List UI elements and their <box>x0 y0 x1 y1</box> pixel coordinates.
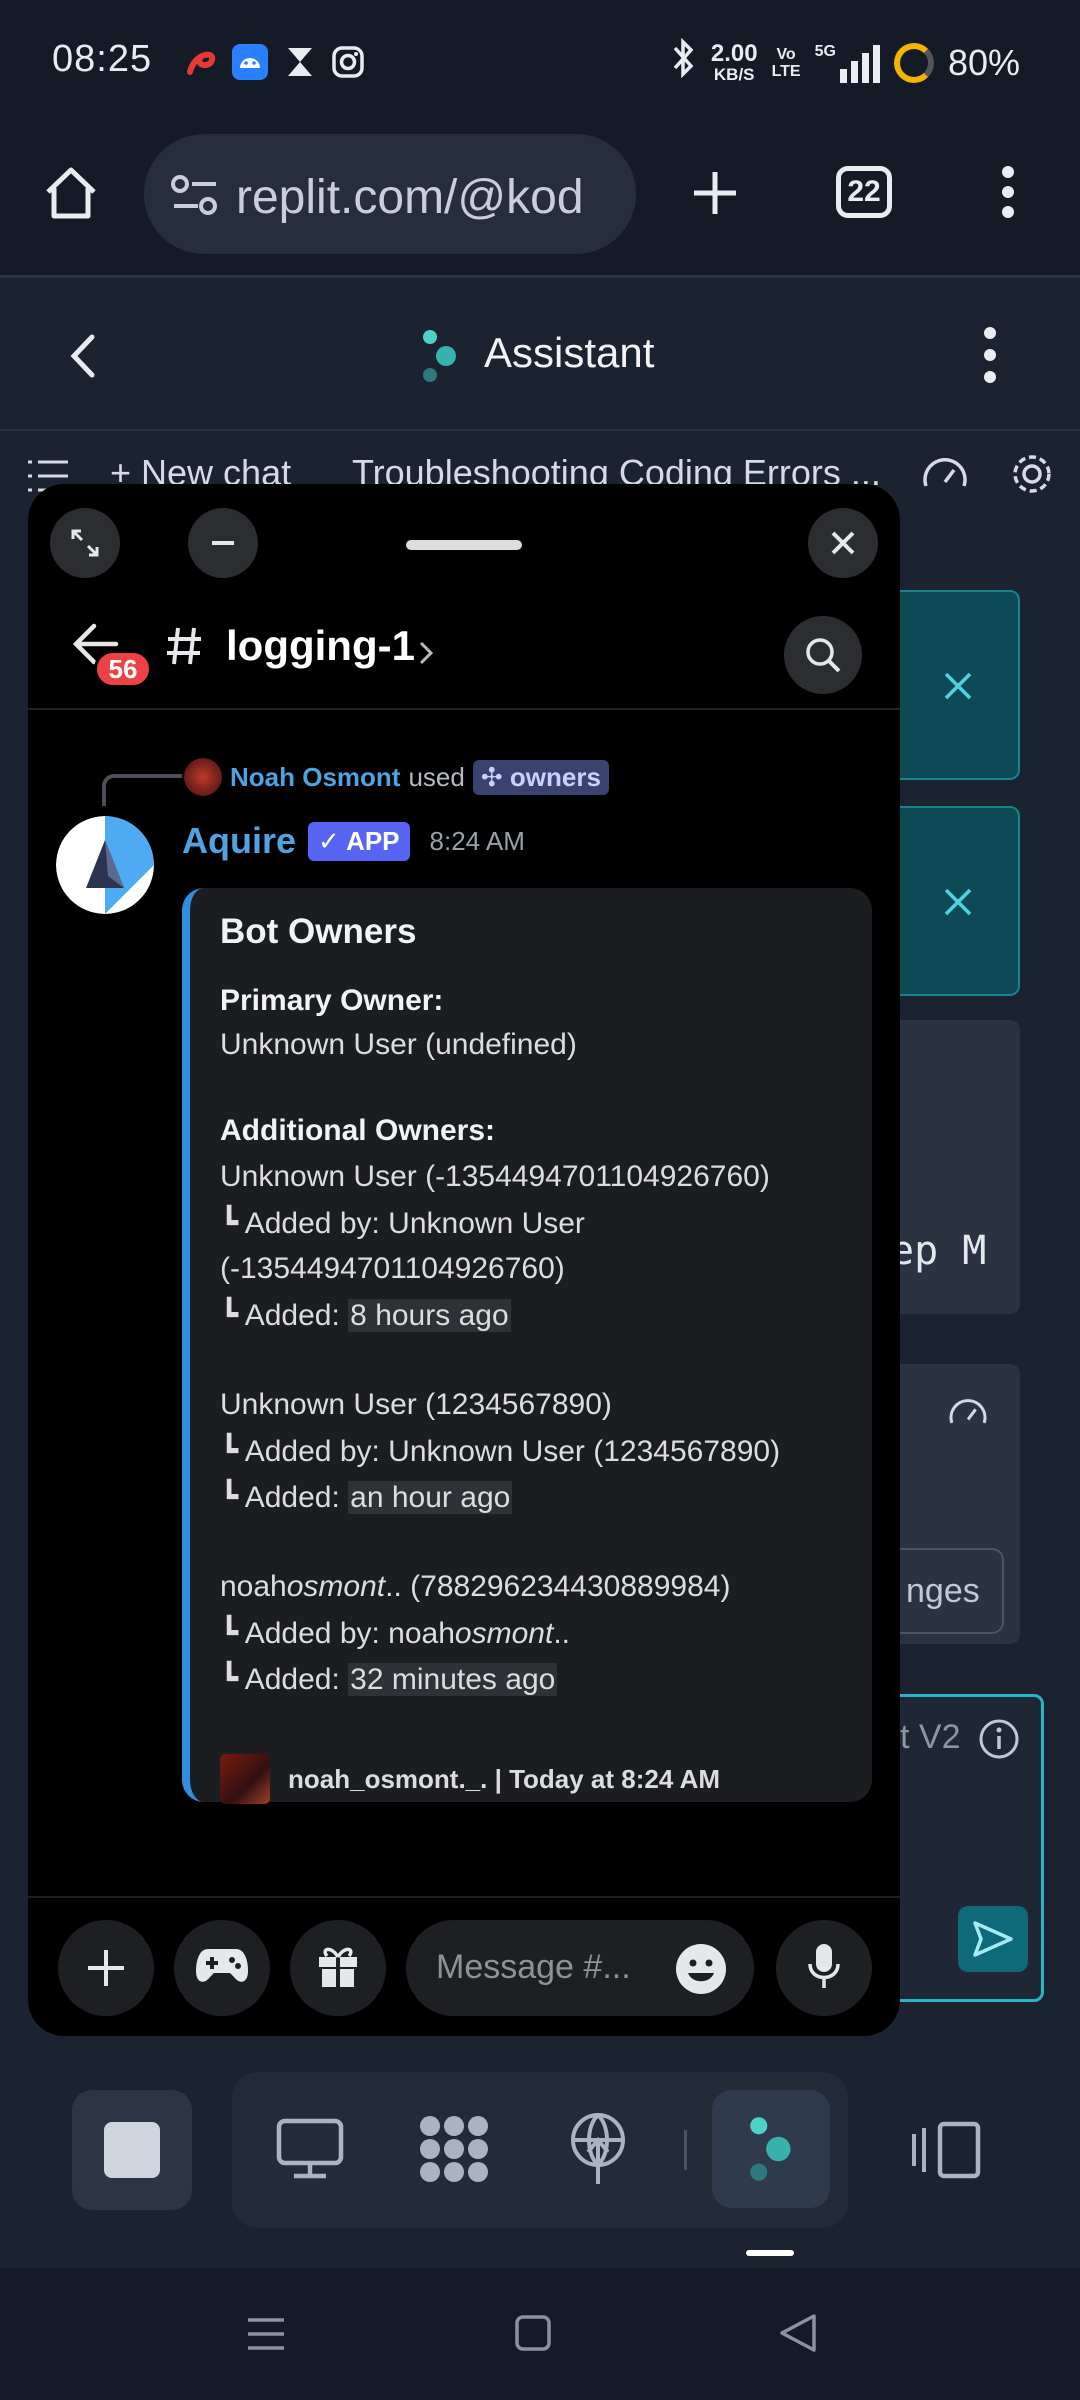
volte-indicator: Vo LTE <box>771 45 801 80</box>
gift-icon <box>315 1943 361 1994</box>
speedometer-icon <box>946 1394 990 1433</box>
command-reply-context[interactable]: Noah Osmont used ✣ owners <box>184 758 609 796</box>
channel-chevron-icon[interactable] <box>418 640 434 671</box>
relative-timestamp[interactable]: 32 minutes ago <box>348 1663 558 1696</box>
instagram-icon <box>330 44 366 80</box>
unread-badge: 56 <box>94 650 152 688</box>
message-input-placeholder: Message #... <box>436 1948 631 1986</box>
bot-avatar[interactable] <box>56 816 154 914</box>
code-snippet-text: ep M <box>890 1228 987 1274</box>
speedometer-icon[interactable] <box>920 452 970 497</box>
assistant-title: Assistant <box>484 329 655 376</box>
gift-button[interactable] <box>290 1920 386 2016</box>
owner-1-added-by-id: (-1354494701104926760) <box>220 1252 565 1285</box>
send-button[interactable] <box>958 1906 1028 1972</box>
stop-button[interactable] <box>72 2090 192 2210</box>
info-icon[interactable] <box>978 1718 1020 1765</box>
split-view-icon[interactable] <box>910 2120 984 2185</box>
url-text: replit.com/@kod <box>236 171 584 224</box>
assistant-menu-icon[interactable] <box>980 325 1000 390</box>
home-icon[interactable] <box>40 162 102 229</box>
battery-icon <box>893 42 934 83</box>
replied-user-avatar <box>184 758 222 796</box>
back-nav-icon[interactable] <box>778 2312 818 2359</box>
settings-gear-icon[interactable] <box>1008 450 1056 503</box>
system-navigation-bar <box>0 2268 1080 2400</box>
search-button[interactable] <box>784 616 862 694</box>
deployments-icon[interactable] <box>568 2112 628 2191</box>
additional-owners-label: Additional Owners: <box>220 1114 496 1147</box>
owner-1-name: Unknown User (-1354494701104926760) <box>220 1160 770 1193</box>
gamepad-icon <box>194 1945 250 1992</box>
command-icon: ✣ <box>480 761 503 792</box>
model-selector-text[interactable]: t V2 <box>900 1718 960 1757</box>
tab-switcher-button[interactable]: 22 <box>836 166 892 218</box>
site-settings-icon[interactable] <box>170 174 220 221</box>
remove-file-icon[interactable] <box>940 668 976 709</box>
discord-bubble-window: 56 logging-1 Noah Osmont used ✣ owners A… <box>28 484 900 2036</box>
message-timestamp: 8:24 AM <box>429 825 525 856</box>
url-bar[interactable]: replit.com/@kod <box>144 134 636 254</box>
relative-timestamp[interactable]: 8 hours ago <box>348 1299 511 1332</box>
remove-file-icon[interactable] <box>940 884 976 925</box>
home-nav-icon[interactable] <box>514 2314 552 2357</box>
activities-button[interactable] <box>174 1920 270 2016</box>
app-tag: ✓ APP <box>308 821 410 861</box>
owner-3-name: noahosmont.. (788296234430889984) <box>220 1570 731 1603</box>
android-icon <box>232 44 268 80</box>
reply-connector <box>102 774 182 806</box>
net-speed: 2.00 KB/S <box>710 39 758 84</box>
relative-timestamp[interactable]: an hour ago <box>348 1481 513 1514</box>
primary-owner-value: Unknown User (undefined) <box>220 1028 577 1061</box>
command-mention[interactable]: ✣ owners <box>472 759 609 795</box>
signal-icon: 5G <box>815 43 880 83</box>
clock: 08:25 <box>52 38 153 80</box>
embed-title: Bot Owners <box>220 912 417 951</box>
assistant-tab-button[interactable] <box>712 2090 830 2208</box>
footer-text: noah_osmont._. | Today at 8:24 AM <box>288 1763 721 1794</box>
embed-footer: noah_osmont._. | Today at 8:24 AM <box>220 1754 720 1804</box>
minimize-button[interactable] <box>188 508 258 578</box>
attach-button[interactable] <box>58 1920 154 2016</box>
dock-divider <box>684 2130 687 2170</box>
owner-3-added: ┗ Added: 32 minutes ago <box>220 1663 558 1696</box>
airtel-icon <box>184 44 220 80</box>
replied-user-name[interactable]: Noah Osmont <box>230 762 400 793</box>
owners-embed: Bot Owners Primary Owner: Unknown User (… <box>182 888 872 1804</box>
owner-2-added-by: ┗ Added by: Unknown User (1234567890) <box>220 1435 781 1468</box>
integrations-icon[interactable] <box>416 2112 492 2191</box>
channel-header <box>28 596 900 710</box>
webview-icon[interactable] <box>276 2118 344 2185</box>
channel-name[interactable]: logging-1 <box>226 622 415 670</box>
channel-hash-icon <box>164 624 204 673</box>
emoji-icon[interactable] <box>674 1942 728 2001</box>
more-menu-icon[interactable] <box>998 164 1018 225</box>
hourglass-icon <box>282 44 318 80</box>
recents-icon[interactable] <box>246 2316 286 2357</box>
owner-2-name: Unknown User (1234567890) <box>220 1388 612 1421</box>
message-input[interactable]: Message #... <box>406 1920 754 2016</box>
owner-2-added: ┗ Added: an hour ago <box>220 1481 513 1514</box>
expand-button[interactable] <box>50 508 120 578</box>
owner-3-added-by: ┗ Added by: noahosmont.. <box>220 1617 570 1650</box>
voice-message-button[interactable] <box>776 1920 872 2016</box>
replit-assistant-icon <box>420 329 460 388</box>
gesture-pill <box>746 2250 794 2256</box>
microphone-icon <box>806 1942 842 1995</box>
assistant-header: Assistant <box>0 281 1080 431</box>
new-tab-icon[interactable] <box>690 168 740 223</box>
battery-level: 80% <box>947 41 1020 83</box>
status-bar: 08:25 2.00 KB/S Vo LTE 5G 80% <box>0 0 1080 122</box>
primary-owner-label: Primary Owner: <box>220 984 444 1017</box>
owner-1-added-by: ┗ Added by: Unknown User <box>220 1207 585 1240</box>
close-bubble-button[interactable] <box>808 508 878 578</box>
drag-handle[interactable] <box>406 540 522 550</box>
bluetooth-icon <box>671 37 697 87</box>
message-header: Aquire ✓ APP 8:24 AM <box>182 820 525 862</box>
back-icon[interactable] <box>64 331 104 386</box>
footer-avatar <box>220 1754 270 1804</box>
browser-toolbar: replit.com/@kod 22 <box>0 122 1080 278</box>
owner-1-added: ┗ Added: 8 hours ago <box>220 1299 511 1332</box>
bot-name[interactable]: Aquire <box>182 820 296 862</box>
